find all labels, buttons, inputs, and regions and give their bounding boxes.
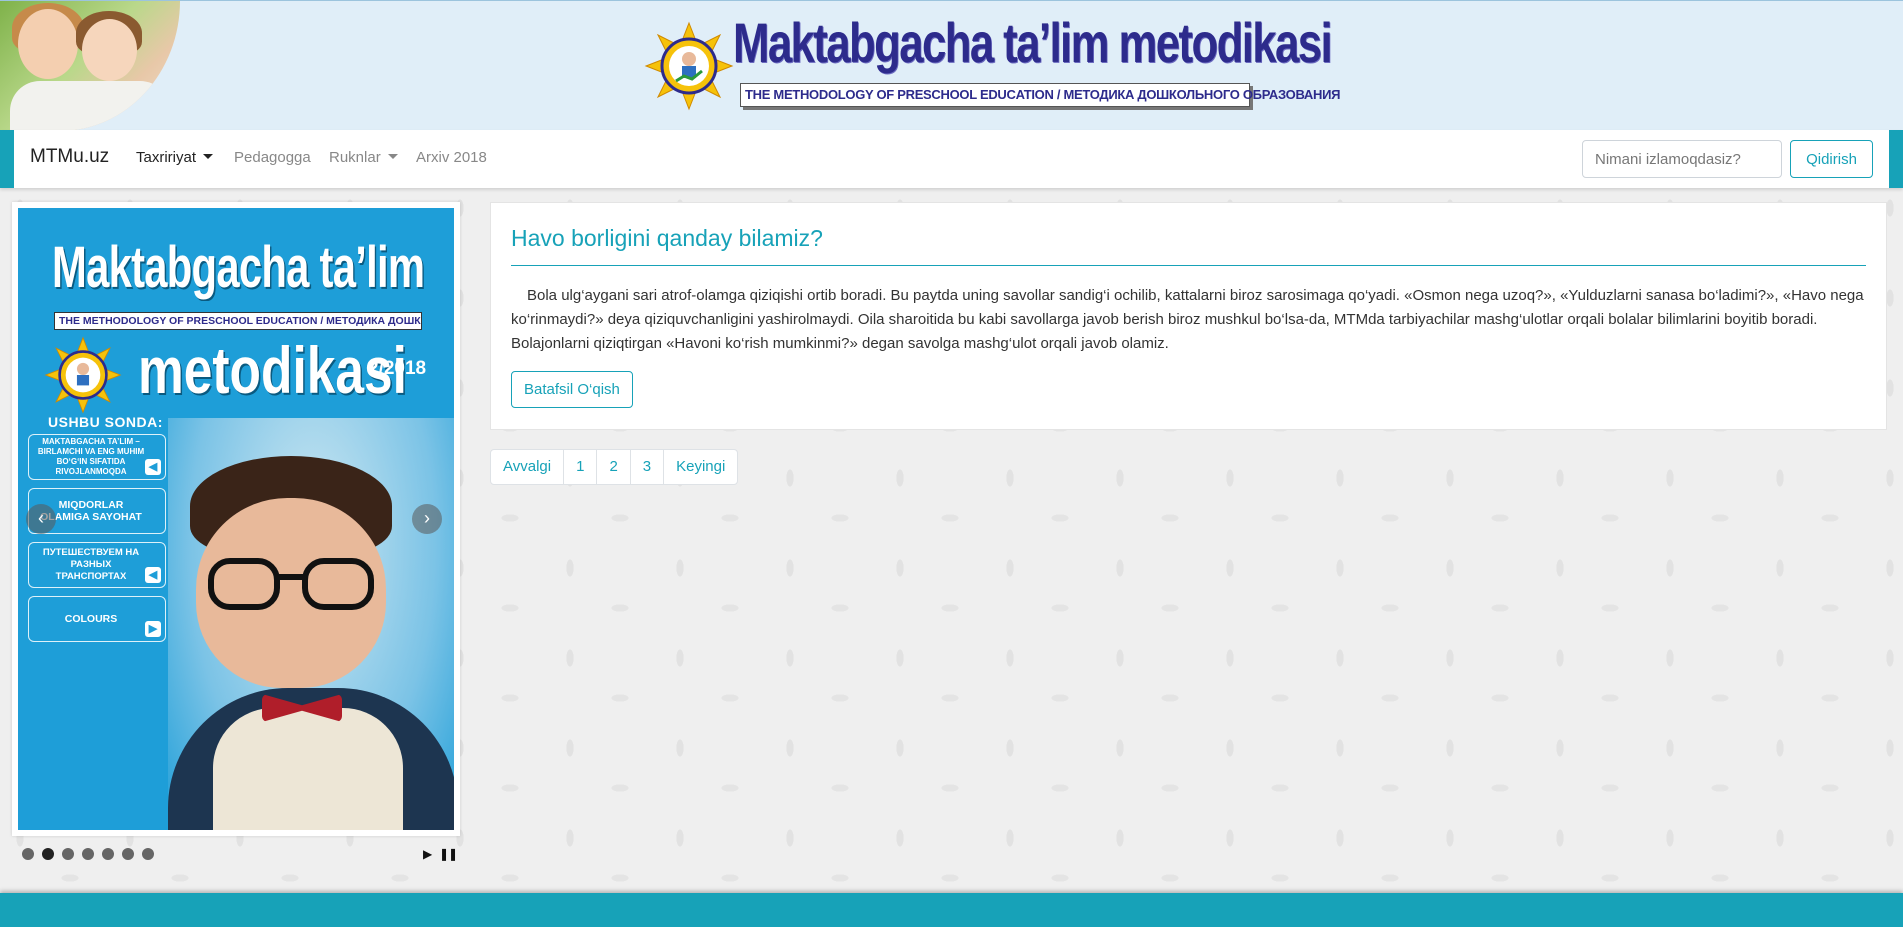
cover-toc-item: ПУТЕШЕСТВУЕМ НА РАЗНЫХ ТРАНСПОРТАХ ◀: [28, 542, 166, 588]
nav-item-ruknlar[interactable]: Ruknlar: [329, 149, 398, 166]
sun-logo-icon: [644, 21, 734, 111]
search-input[interactable]: [1582, 140, 1782, 178]
pagination: Avvalgi 1 2 3 Keyingi: [490, 449, 739, 485]
carousel-next-icon[interactable]: ›: [412, 504, 442, 534]
arrow-right-icon: ▶: [145, 621, 161, 637]
cover-toc-item: MAKTABGACHA TA’LIM – BIRLAMCHI VA ENG MU…: [28, 434, 166, 480]
carousel-prev-icon[interactable]: ‹: [26, 504, 56, 534]
article-card: Havo borligini qanday bilamiz? Bola ulg‘…: [490, 202, 1887, 430]
carousel-dot[interactable]: [82, 848, 94, 860]
navbar-brand[interactable]: MTMu.uz: [30, 146, 109, 168]
article-title[interactable]: Havo borligini qanday bilamiz?: [511, 225, 1866, 266]
nav-item-taxririyat[interactable]: Taxririyat: [136, 149, 214, 166]
nav-item-arxiv-2018[interactable]: Arxiv 2018: [416, 149, 487, 166]
dropdown-caret-icon: [203, 154, 214, 159]
cover-toc-item: COLOURS ▶: [28, 596, 166, 642]
pagination-prev[interactable]: Avvalgi: [490, 449, 565, 485]
cover-title-line2: metodikasi: [138, 333, 407, 407]
carousel-dot[interactable]: [42, 848, 54, 860]
magazine-cover-image: Maktabgacha ta’lim THE METHODOLOGY OF PR…: [18, 208, 454, 830]
carousel-dot[interactable]: [102, 848, 114, 860]
site-logo-title: Maktabgacha ta’lim metodikasi: [733, 11, 1333, 74]
dropdown-caret-icon: [387, 154, 398, 159]
magazine-carousel: Maktabgacha ta’lim THE METHODOLOGY OF PR…: [12, 202, 460, 836]
cover-boy-glasses-right: [302, 558, 374, 610]
cover-issue-number: 2/2018: [368, 358, 427, 379]
cover-title-line1: Maktabgacha ta’lim: [52, 235, 425, 300]
pagination-page-1[interactable]: 1: [563, 449, 598, 485]
cover-subtitle-bar: THE METHODOLOGY OF PRESCHOOL EDUCATION /…: [54, 312, 422, 330]
carousel-dot[interactable]: [22, 848, 34, 860]
arrow-left-icon: ◀: [145, 567, 161, 583]
header-banner: Maktabgacha ta’lim metodikasi THE METHOD…: [0, 0, 1903, 131]
search-button[interactable]: Qidirish: [1790, 140, 1873, 178]
pagination-page-3[interactable]: 3: [629, 449, 665, 485]
play-icon[interactable]: ▶: [423, 847, 432, 861]
carousel-dot[interactable]: [142, 848, 154, 860]
main-navbar: MTMu.uz Taxririyat Pedagogga Ruknlar Arx…: [0, 130, 1903, 188]
carousel-dot[interactable]: [122, 848, 134, 860]
cover-section-heading: USHBU SONDA:: [48, 414, 163, 430]
read-more-button[interactable]: Batafsil O‘qish: [511, 371, 633, 408]
page-footer: [0, 893, 1903, 927]
pause-icon[interactable]: ❚❚: [439, 847, 458, 861]
carousel-indicators: [22, 848, 154, 860]
sun-logo-icon: [44, 336, 122, 414]
carousel-dot[interactable]: [62, 848, 74, 860]
cover-boy-vest: [213, 708, 403, 830]
cover-boy-glasses-bridge: [278, 574, 306, 580]
site-logo-subtitle: THE METHODOLOGY OF PRESCHOOL EDUCATION /…: [740, 83, 1341, 107]
pagination-page-2[interactable]: 2: [596, 449, 631, 485]
cover-boy-glasses-left: [208, 558, 280, 610]
banner-children-photo: [0, 1, 180, 131]
article-excerpt: Bola ulg‘aygani sari atrof-olamga qiziqi…: [511, 287, 1864, 352]
nav-item-pedagogga[interactable]: Pedagogga: [234, 149, 311, 166]
pagination-next[interactable]: Keyingi: [663, 449, 739, 485]
arrow-left-icon: ◀: [145, 459, 161, 475]
